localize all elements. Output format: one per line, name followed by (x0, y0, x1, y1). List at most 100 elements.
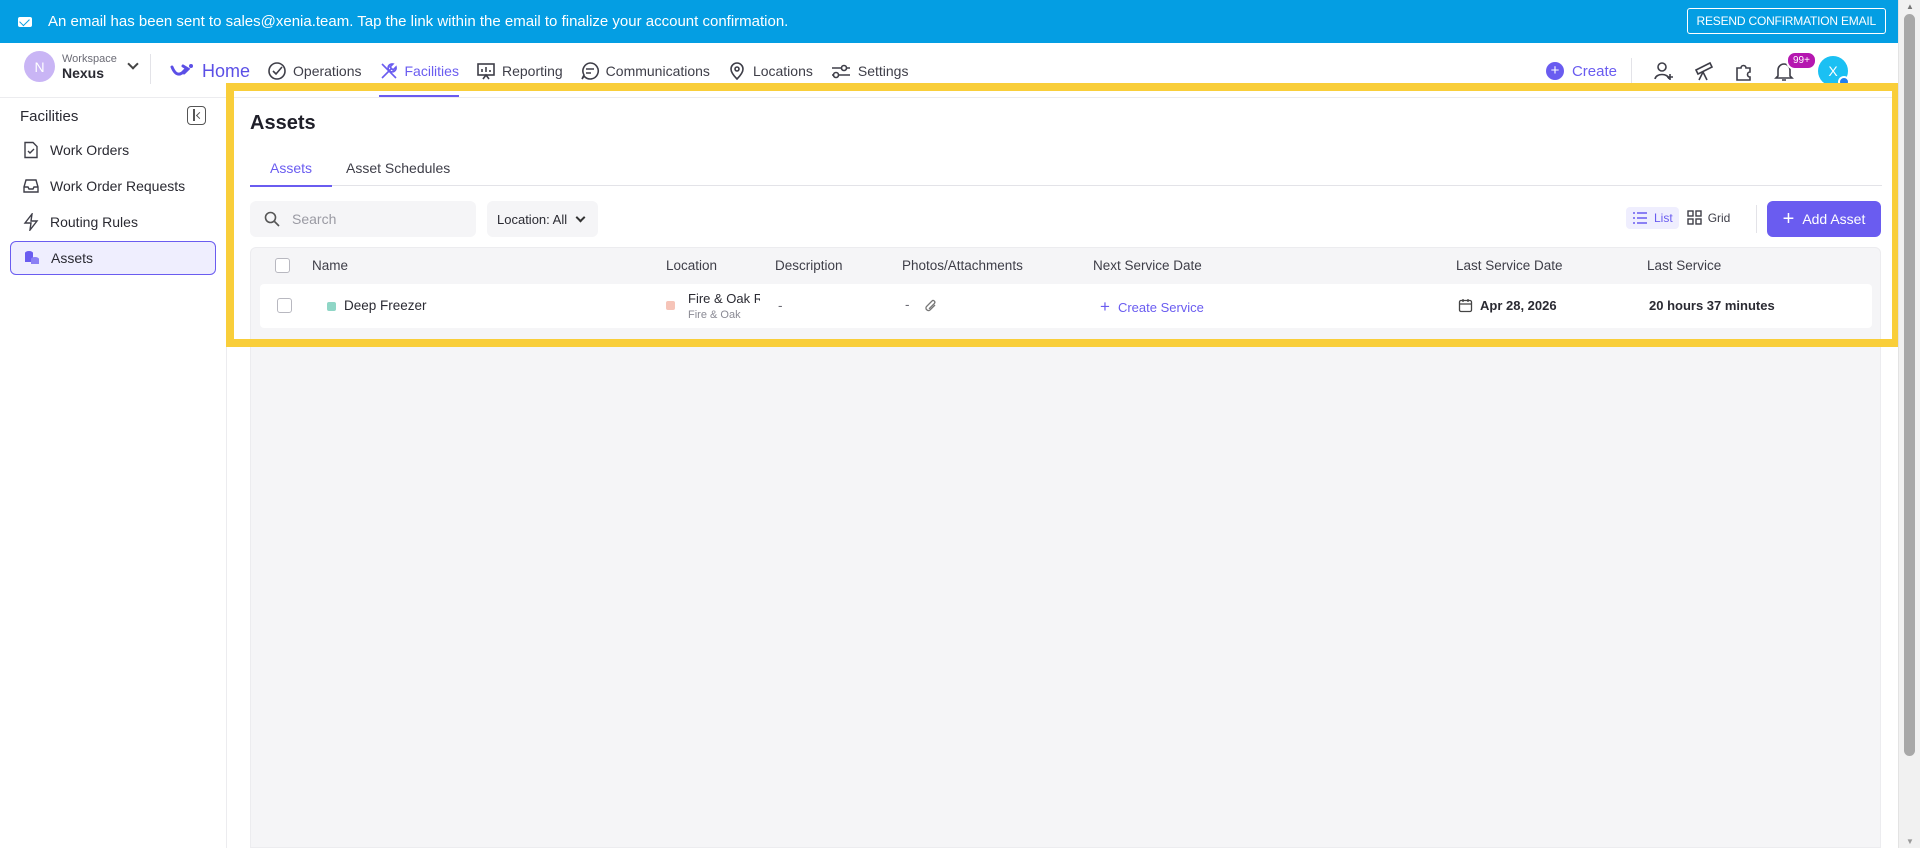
confirmation-banner: An email has been sent to sales@xenia.te… (0, 0, 1898, 43)
file-check-icon (24, 141, 38, 159)
user-add-icon (1654, 62, 1673, 80)
row-checkbox[interactable] (277, 298, 292, 313)
paperclip-icon[interactable] (924, 299, 938, 313)
workspace-avatar: N (24, 51, 55, 82)
check-circle-icon (268, 62, 286, 80)
nav-home[interactable]: Home (170, 55, 250, 87)
search-input[interactable] (292, 211, 452, 227)
column-header-last-service[interactable]: Last Service (1647, 258, 1721, 273)
last-service-duration: 20 hours 37 minutes (1649, 298, 1775, 313)
search-icon (264, 211, 280, 227)
sidebar-item-assets[interactable]: Assets (10, 241, 216, 275)
plus-icon: + (1782, 208, 1795, 230)
list-view-button[interactable]: List (1626, 206, 1679, 229)
column-header-name[interactable]: Name (312, 258, 348, 273)
resend-confirmation-button[interactable]: RESEND CONFIRMATION EMAIL (1686, 8, 1886, 34)
scroll-down-icon[interactable]: ▼ (1906, 837, 1914, 846)
location-parent: Fire & Oak (688, 309, 741, 321)
nav-reporting-label: Reporting (501, 63, 563, 79)
nav-operations-label: Operations (293, 63, 362, 79)
collapse-sidebar-icon[interactable] (187, 106, 206, 125)
last-service-date: Apr 28, 2026 (1480, 298, 1557, 313)
sidebar-item-work-order-requests[interactable]: Work Order Requests (10, 169, 216, 203)
column-header-location[interactable]: Location (666, 258, 717, 273)
sidebar-item-label: Routing Rules (50, 214, 138, 230)
calendar-icon (1458, 299, 1473, 313)
chat-icon (580, 62, 599, 80)
column-header-last-service-date[interactable]: Last Service Date (1456, 258, 1563, 273)
notification-badge: 99+ (1786, 51, 1817, 70)
puzzle-icon (1736, 64, 1751, 81)
create-service-link[interactable]: + Create Service (1100, 297, 1204, 317)
sidebar-item-label: Work Orders (50, 142, 130, 158)
nav-divider (150, 54, 151, 84)
chevron-down-icon (575, 212, 586, 222)
invite-user-button[interactable] (1644, 55, 1684, 87)
select-all-checkbox[interactable] (275, 258, 290, 273)
sidebar-item-label: Assets (51, 250, 94, 266)
integrations-button[interactable] (1724, 55, 1764, 87)
column-header-next-service-date[interactable]: Next Service Date (1093, 258, 1202, 273)
map-pin-icon (730, 62, 744, 81)
nav-settings[interactable]: Settings (830, 55, 909, 87)
add-asset-button[interactable]: + Add Asset (1767, 201, 1881, 237)
add-asset-label: Add Asset (1802, 211, 1866, 227)
assets-icon (25, 251, 39, 264)
workspace-switcher[interactable]: N Workspace Nexus (24, 51, 139, 82)
asset-description: - (778, 298, 783, 313)
bolt-icon (23, 213, 39, 231)
user-avatar[interactable]: X (1818, 56, 1850, 88)
create-button[interactable]: + Create (1545, 58, 1632, 84)
sliders-icon (831, 64, 850, 79)
discover-button[interactable] (1684, 55, 1724, 87)
location-name: Fire & Oak Re (688, 291, 760, 306)
workspace-label: Workspace (62, 52, 117, 65)
sidebar-item-routing-rules[interactable]: Routing Rules (10, 205, 216, 239)
list-view-label: List (1654, 210, 1673, 225)
location-filter[interactable]: Location: All (487, 201, 598, 237)
banner-message: An email has been sent to sales@xenia.te… (48, 13, 789, 30)
nav-locations[interactable]: Locations (727, 55, 813, 87)
scroll-up-icon[interactable]: ▲ (1906, 2, 1914, 11)
tab-assets[interactable]: Assets (249, 150, 333, 187)
scrollbar-thumb[interactable] (1904, 14, 1915, 756)
search-box[interactable] (250, 201, 476, 237)
inbox-icon (23, 179, 39, 193)
sidebar-item-label: Work Order Requests (50, 178, 186, 194)
asset-name[interactable]: Deep Freezer (344, 298, 427, 313)
create-label: Create (1571, 62, 1617, 80)
view-toggle: List Grid (1626, 206, 1738, 229)
workspace-name: Nexus (62, 64, 105, 81)
tab-asset-schedules[interactable]: Asset Schedules (346, 150, 450, 186)
nav-settings-label: Settings (857, 63, 909, 79)
home-logo-icon (170, 64, 193, 76)
chevron-down-icon (127, 57, 139, 70)
mail-icon (18, 16, 32, 27)
nav-reporting[interactable]: Reporting (476, 55, 563, 87)
nav-facilities[interactable]: Facilities (378, 55, 460, 97)
telescope-icon (1694, 61, 1714, 81)
assets-table: Name Location Description Photos/Attachm… (250, 247, 1881, 848)
notifications-button[interactable]: 99+ (1764, 51, 1817, 87)
list-icon (1633, 211, 1647, 224)
vertical-scrollbar[interactable]: ▲ ▼ (1898, 0, 1920, 848)
nav-home-label: Home (202, 60, 251, 81)
column-header-description[interactable]: Description (775, 258, 843, 273)
table-row[interactable]: Deep Freezer Fire & Oak Re Fire & Oak - … (260, 284, 1872, 328)
nav-communications[interactable]: Communications (580, 55, 710, 87)
nav-communications-label: Communications (605, 63, 710, 79)
asset-color-dot (327, 302, 336, 311)
location-filter-label: Location: All (497, 211, 568, 227)
presentation-chart-icon (477, 63, 495, 80)
column-header-photos[interactable]: Photos/Attachments (902, 258, 1023, 273)
sidebar-title: Facilities (20, 108, 79, 125)
location-color-dot (666, 301, 675, 310)
create-service-label: Create Service (1117, 299, 1204, 315)
toolbar-divider (1756, 205, 1757, 233)
grid-view-button[interactable]: Grid (1681, 206, 1737, 229)
nav-facilities-label: Facilities (404, 63, 459, 79)
nav-operations[interactable]: Operations (267, 55, 362, 87)
sidebar-item-work-orders[interactable]: Work Orders (10, 133, 216, 167)
plus-icon: + (1100, 297, 1110, 316)
photos-value: - (905, 297, 910, 312)
